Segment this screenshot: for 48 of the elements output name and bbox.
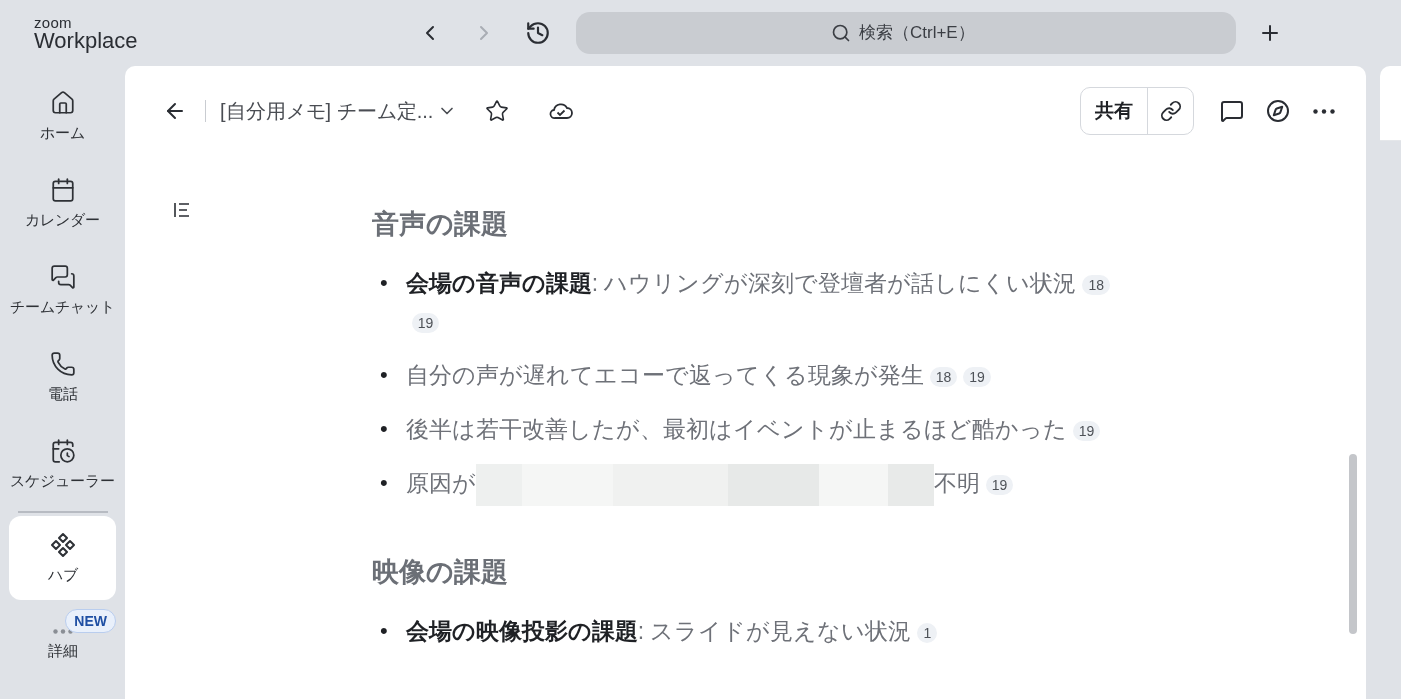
sidebar-item[interactable]: チームチャット xyxy=(9,248,116,332)
citation-badge[interactable]: 19 xyxy=(1072,420,1101,441)
sidebar-item[interactable]: ホーム xyxy=(9,74,116,158)
phone-icon xyxy=(49,350,76,377)
chat-bubbles-icon xyxy=(49,263,76,290)
bullet-text: 後半は若干改善したが、最初はイベントが止まるほど酷かった xyxy=(405,416,1067,442)
hub-icon xyxy=(49,531,76,558)
search-field[interactable]: 検索（Ctrl+E） xyxy=(857,22,981,44)
app-logo: zoom Workplace xyxy=(33,14,139,52)
bullet-marker: • xyxy=(380,469,388,497)
bullet-text: 原因が xyxy=(405,470,476,497)
outline-icon[interactable] xyxy=(173,201,191,219)
cloud-check-icon xyxy=(548,100,575,122)
bullet-marker: • xyxy=(380,617,388,645)
bullet-marker: • xyxy=(380,269,388,297)
citation-badge[interactable]: 18 xyxy=(1082,274,1111,295)
bullet-text: 不明 xyxy=(933,470,980,497)
citation-badge[interactable]: 19 xyxy=(963,366,991,387)
citation-badge[interactable]: 1 xyxy=(917,622,938,643)
section-heading: 映像の課題 xyxy=(372,556,509,589)
bullet-marker: • xyxy=(380,361,388,389)
bullet-text: 会場の映像投影の課題: スライドが見えない状況 xyxy=(405,618,912,644)
more-icon xyxy=(1313,108,1335,114)
citation-badge[interactable]: 19 xyxy=(411,312,440,333)
history-icon xyxy=(525,20,551,46)
more-icon xyxy=(52,629,73,634)
calendar-icon xyxy=(49,176,76,203)
new-badge: NEW xyxy=(65,609,116,633)
sidebar-item[interactable]: 電話 xyxy=(9,335,116,419)
sidebar-item[interactable]: NEW 詳細 xyxy=(9,603,116,687)
star-icon xyxy=(485,99,510,123)
sidebar-item[interactable]: ハブ xyxy=(9,516,116,600)
sidebar-item[interactable]: カレンダー xyxy=(9,161,116,245)
link-icon xyxy=(1159,100,1182,122)
comment-icon xyxy=(1220,99,1244,123)
search-icon xyxy=(831,23,851,43)
document-title[interactable]: [自分用メモ] チーム定... xyxy=(220,97,458,125)
bullet-text: 会場の音声の課題: ハウリングが深刻で登壇者が話しにくい状況 xyxy=(405,270,1077,296)
calendar-clock-icon xyxy=(49,437,76,464)
citation-badge[interactable]: 19 xyxy=(985,475,1014,495)
home-icon xyxy=(49,89,76,116)
sidebar-item[interactable]: スケジューラー xyxy=(9,422,116,506)
scrollbar[interactable] xyxy=(1349,454,1357,634)
bullet-text: 自分の声が遅れてエコーで返ってくる現象が発生 xyxy=(405,362,924,388)
bullet-marker: • xyxy=(380,415,388,443)
section-heading: 音声の課題 xyxy=(372,208,509,241)
compass-icon xyxy=(1266,99,1290,123)
citation-badge[interactable]: 18 xyxy=(929,366,958,387)
